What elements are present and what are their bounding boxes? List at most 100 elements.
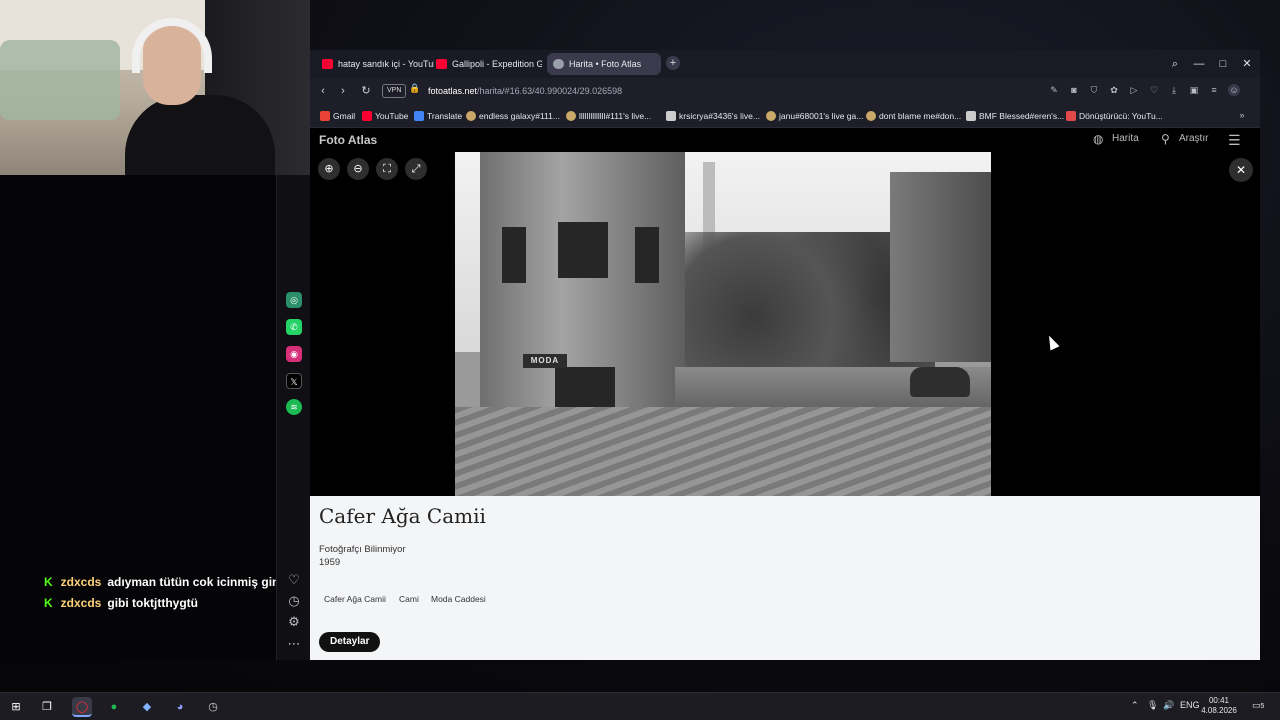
chatgpt-icon[interactable]: ◎	[286, 292, 302, 308]
heart-icon[interactable]: ♡	[285, 571, 303, 589]
profile-icon[interactable]: ☺	[1228, 84, 1240, 96]
chat-overlay: Kzdxcds adıyman tütün cok icinmiş gini Kz…	[0, 175, 283, 660]
maximize-icon[interactable]: □	[1215, 56, 1231, 72]
desktop: Kzdxcds adıyman tütün cok icinmiş gini Kz…	[0, 0, 1280, 720]
bookmark-endless-galaxy[interactable]: endless galaxy#111...	[466, 108, 560, 124]
shield-icon[interactable]: ⛉	[1088, 84, 1100, 96]
photo-window	[502, 227, 526, 283]
clock[interactable]: 00:41 4.08.2026	[1199, 696, 1239, 716]
globe-icon	[553, 59, 564, 69]
notification-icon[interactable]: ▭5	[1252, 700, 1264, 711]
youtube-icon	[362, 111, 372, 121]
zoom-out-icon[interactable]: ⊖	[347, 158, 369, 180]
details-button[interactable]: Detaylar	[319, 632, 381, 652]
bookmark-label: dont blame me#don...	[879, 111, 962, 121]
bookmark-gmail[interactable]: Gmail	[320, 108, 355, 124]
bookmark-dont-blame-me[interactable]: dont blame me#don...	[866, 108, 961, 124]
opera-gx-icon[interactable]: ◯	[72, 697, 92, 717]
close-window-icon[interactable]: ✕	[1239, 56, 1255, 72]
translate-icon	[414, 111, 424, 121]
globe-icon[interactable]: ◍	[1093, 132, 1103, 146]
chat-username: zdxcds	[60, 596, 102, 610]
fullscreen-icon[interactable]: ⤢	[405, 158, 427, 180]
browser-sidebar: ◎ ✆ ◉ 𝕏 ≋ ♡ ◷ ⚙ ⋯	[276, 175, 310, 660]
lock-icon[interactable]: 🔒	[409, 83, 420, 94]
spotify-icon[interactable]: ●	[104, 697, 124, 717]
hamburger-menu-icon[interactable]: ☰	[1228, 132, 1241, 149]
app-icon[interactable]: ◆	[137, 697, 157, 717]
address-row: ‹ › ↻ VPN 🔒 fotoatlas.net/harita/#16.63/…	[310, 78, 1260, 104]
bookmark-live-2[interactable]: krsicrya#3436's live...	[666, 108, 760, 124]
minimize-icon[interactable]: —	[1191, 56, 1207, 72]
tab-youtube-hatay[interactable]: hatay sandık içi - YouTube	[316, 53, 434, 75]
tab-youtube-gallipoli[interactable]: Gallipoli - Expedition Gam	[430, 53, 542, 75]
bookmark-label: janu#68001's live ga...	[779, 111, 864, 121]
clock-app-icon[interactable]: ◷	[203, 697, 223, 717]
tray-chevron-up-icon[interactable]: ⌃	[1131, 700, 1139, 711]
bookmark-bmf-blessed[interactable]: BMF Blessed#eren's...	[966, 108, 1064, 124]
tag-cafer-aga-camii[interactable]: Cafer Ağa Camii	[319, 591, 391, 607]
play-icon[interactable]: ▷	[1128, 84, 1140, 96]
avatar-icon	[766, 111, 776, 121]
settings-gear-icon[interactable]: ⚙	[285, 613, 303, 631]
kick-badge-icon: K	[44, 575, 53, 589]
reload-icon[interactable]: ↻	[359, 83, 373, 99]
heart-icon[interactable]: ♡	[1148, 84, 1160, 96]
spotify-icon[interactable]: ≋	[286, 399, 302, 415]
avatar-icon	[866, 111, 876, 121]
camera-icon[interactable]: ◙	[1068, 84, 1080, 96]
bookmark-translate[interactable]: Translate	[414, 108, 462, 124]
instagram-icon[interactable]: ◉	[286, 346, 302, 362]
download-icon[interactable]: ⤓	[1168, 84, 1180, 96]
bookmark-label: krsicrya#3436's live...	[679, 111, 760, 121]
nav-harita[interactable]: Harita	[1112, 133, 1139, 144]
bookmark-label: Dönüştürücü: YouTu...	[1079, 111, 1163, 121]
site-logo[interactable]: Foto Atlas	[319, 133, 377, 147]
bookmark-label: YouTube	[375, 111, 409, 121]
tag-moda-caddesi[interactable]: Moda Caddesi	[426, 591, 491, 607]
browser-window: hatay sandık içi - YouTube Gallipoli - E…	[310, 50, 1260, 660]
back-arrow-icon[interactable]: ‹	[316, 83, 330, 99]
close-photo-icon[interactable]: ✕	[1229, 158, 1253, 182]
windows-start-icon[interactable]: ⊞	[6, 697, 26, 717]
x-twitter-icon[interactable]: 𝕏	[286, 373, 302, 389]
search-icon[interactable]: ⌕	[1167, 56, 1183, 72]
vpn-badge[interactable]: VPN	[382, 84, 407, 98]
whatsapp-icon[interactable]: ✆	[286, 319, 302, 335]
zoom-in-icon[interactable]: ⊕	[318, 158, 340, 180]
gmail-icon	[320, 111, 330, 121]
bookmark-live-3[interactable]: janu#68001's live ga...	[766, 108, 863, 124]
nav-arastir[interactable]: Araştır	[1179, 133, 1208, 144]
clock-date: 4.08.2026	[1201, 706, 1237, 715]
easy-setup-icon[interactable]: ≡	[1208, 84, 1220, 96]
language-indicator[interactable]: ENG	[1180, 700, 1200, 710]
new-tab-plus-icon[interactable]: +	[666, 56, 680, 70]
volume-icon[interactable]: 🔊	[1163, 700, 1174, 711]
fit-screen-icon[interactable]: ⛶	[376, 158, 398, 180]
address-bar[interactable]: fotoatlas.net/harita/#16.63/40.990024/29…	[428, 83, 622, 99]
history-icon[interactable]: ◷	[285, 592, 303, 610]
tab-foto-atlas[interactable]: Harita • Foto Atlas	[547, 53, 661, 75]
taskbar: ⊞ ❐ ◯ ● ◆ ◕ ◷ ⌃ 🎙 🔊 ENG 00:41 4.08.2026 …	[0, 692, 1280, 720]
edit-icon[interactable]: ✎	[1048, 84, 1060, 96]
site-header: Foto Atlas ◍ Harita ⚲ Araştır ☰	[310, 128, 1260, 152]
extension-icon[interactable]: ✿	[1108, 84, 1120, 96]
bookmark-youtube[interactable]: YouTube	[362, 108, 408, 124]
task-view-icon[interactable]: ❐	[37, 697, 57, 717]
historic-photo[interactable]: MODA	[455, 152, 991, 496]
explore-icon[interactable]: ⚲	[1161, 132, 1170, 146]
bookmark-donusturucu[interactable]: Dönüştürücü: YouTu...	[1066, 108, 1163, 124]
forward-arrow-icon[interactable]: ›	[336, 83, 350, 99]
photo-right-building	[890, 172, 991, 362]
photo-car	[910, 367, 970, 397]
chevron-double-right-icon[interactable]: »	[1236, 109, 1248, 121]
snapshot-icon[interactable]: ▣	[1188, 84, 1200, 96]
tag-cami[interactable]: Cami	[394, 591, 424, 607]
discord-icon[interactable]: ◕	[170, 697, 190, 717]
bookmark-live-1[interactable]: llllllllllllll#111's live...	[566, 108, 651, 124]
more-icon[interactable]: ⋯	[285, 635, 303, 653]
clock-time: 00:41	[1208, 696, 1230, 705]
photo-shop-sign: MODA	[523, 354, 567, 368]
bookmark-label: BMF Blessed#eren's...	[979, 111, 1065, 121]
microphone-icon[interactable]: 🎙	[1147, 700, 1158, 711]
